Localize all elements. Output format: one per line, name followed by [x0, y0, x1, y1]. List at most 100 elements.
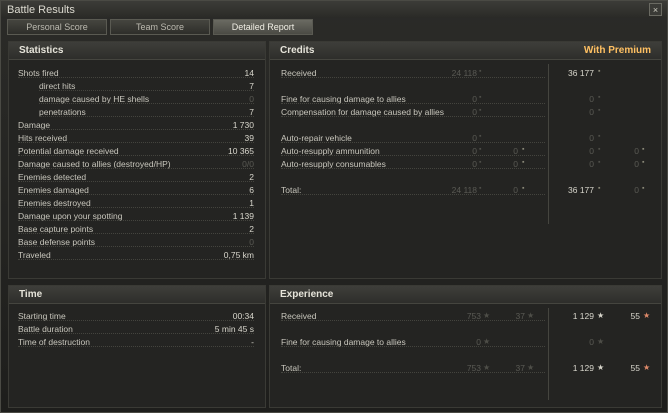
credit-row	[281, 172, 653, 184]
statistics-panel: Statistics Shots fired 14 direct hits 7 dama…	[8, 41, 266, 279]
dotted-leader	[18, 142, 254, 143]
free-xp-value: 37	[515, 363, 525, 373]
premium-free-xp-value: 55	[630, 311, 640, 321]
experience-header: Experience	[270, 286, 661, 304]
stat-row: direct hits 7	[18, 81, 254, 93]
credit-row: Received 24 118 ▪ 36 177 ▪	[281, 68, 653, 80]
credit-row: Auto-repair vehicle 0 ▪ 0 ▪	[281, 133, 653, 145]
credit-row	[281, 81, 653, 93]
tab-personal-score[interactable]: Personal Score	[7, 19, 107, 35]
stat-row: damage caused by HE shells 0	[18, 94, 254, 106]
credit-row: Auto-resupply ammunition 0 ▪ 0 ▪ 0 ▪ 0 ▪	[281, 146, 653, 158]
dotted-leader	[281, 103, 545, 104]
premium-credit-value: 36 177	[568, 185, 594, 195]
credit-value: 0	[472, 94, 477, 104]
credit-icon: ▪	[598, 185, 601, 192]
credit-extra-value: 0	[513, 185, 518, 195]
dotted-leader	[39, 116, 254, 117]
premium-credit-value: 0	[589, 133, 594, 143]
tab-detailed-report[interactable]: Detailed Report	[213, 19, 313, 35]
credit-icon: ▪	[642, 185, 645, 192]
credit-row: Auto-resupply consumables 0 ▪ 0 ▪ 0 ▪ 0 ▪	[281, 159, 653, 171]
tab-team-score[interactable]: Team Score	[110, 19, 210, 35]
credit-icon: ▪	[598, 146, 601, 153]
credit-row: Compensation for damage caused by allies…	[281, 107, 653, 119]
credit-row: Fine for causing damage to allies 0 ▪ 0 ▪	[281, 94, 653, 106]
free-xp-value: 37	[515, 311, 525, 321]
stat-value: 0,75 km	[223, 250, 254, 260]
star-icon: ★	[483, 337, 491, 346]
stat-row: Enemies detected 2	[18, 172, 254, 184]
xp-value: 0	[476, 337, 481, 347]
xp-value: 753	[466, 363, 481, 373]
dotted-leader	[18, 129, 254, 130]
premium-credit-extra-value: 0	[634, 185, 639, 195]
stat-value: 7	[249, 107, 254, 117]
close-button[interactable]: ×	[649, 3, 662, 16]
time-row: Battle duration 5 min 45 s	[18, 324, 254, 336]
star-icon: ★	[597, 363, 605, 372]
experience-row	[281, 324, 653, 336]
stat-value: 0/0	[242, 159, 254, 169]
stat-value: 10 365	[228, 146, 254, 156]
dotted-leader	[281, 77, 545, 78]
credit-icon: ▪	[522, 185, 525, 192]
premium-credit-extra-value: 0	[634, 146, 639, 156]
credit-icon: ▪	[522, 146, 525, 153]
credit-icon: ▪	[479, 133, 482, 140]
credits-title: Credits	[280, 45, 315, 56]
credit-value: 0	[472, 159, 477, 169]
dotted-leader	[281, 155, 545, 156]
premium-credit-value: 36 177	[568, 68, 594, 78]
stat-value: 14	[244, 68, 254, 78]
stat-value: 1 730	[232, 120, 254, 130]
stat-row: penetrations 7	[18, 107, 254, 119]
credits-header: Credits With Premium	[270, 42, 661, 60]
credits-panel: Credits With Premium Received 24 118 ▪ 36 1…	[269, 41, 662, 279]
credit-icon: ▪	[598, 107, 601, 114]
credit-row: Total: 24 118 ▪ 0 ▪ 36 177 ▪ 0 ▪	[281, 185, 653, 197]
dotted-leader	[18, 194, 254, 195]
dotted-leader	[18, 155, 254, 156]
credit-icon: ▪	[598, 68, 601, 75]
dotted-leader	[18, 168, 254, 169]
free-xp-star-icon: ★	[527, 363, 535, 372]
title-bar[interactable]: Battle Results ×	[1, 1, 667, 18]
xp-value: 753	[466, 311, 481, 321]
premium-xp-value: 1 129	[572, 311, 594, 321]
time-row: Time of destruction -	[18, 337, 254, 349]
stat-value: 1	[249, 198, 254, 208]
stat-row: Damage upon your spotting 1 139	[18, 211, 254, 223]
free-xp-star-icon: ★	[643, 363, 651, 372]
credit-value: 24 118	[451, 185, 477, 195]
experience-row: Received 753 ★ 37 ★ 1 129 ★ 55 ★	[281, 311, 653, 323]
dotted-leader	[281, 168, 545, 169]
credit-icon: ▪	[598, 94, 601, 101]
stat-row: Hits received 39	[18, 133, 254, 145]
dotted-leader	[39, 103, 254, 104]
credit-icon: ▪	[642, 159, 645, 166]
experience-row	[281, 350, 653, 362]
dotted-leader	[18, 181, 254, 182]
stat-row: Damage caused to allies (destroyed/HP) 0/…	[18, 159, 254, 171]
dotted-leader	[281, 142, 545, 143]
statistics-title: Statistics	[19, 45, 64, 56]
credit-icon: ▪	[598, 133, 601, 140]
stat-row: Shots fired 14	[18, 68, 254, 80]
stat-value: 2	[249, 172, 254, 182]
dotted-leader	[281, 116, 545, 117]
stat-row: Base capture points 2	[18, 224, 254, 236]
dotted-leader	[18, 220, 254, 221]
stat-value: 1 139	[232, 211, 254, 221]
time-title: Time	[19, 289, 43, 300]
dotted-leader	[18, 77, 254, 78]
dotted-leader	[281, 320, 545, 321]
stat-value: 0	[249, 237, 254, 247]
stat-row: Base defense points 0	[18, 237, 254, 249]
stat-row: Enemies damaged 6	[18, 185, 254, 197]
stat-row: Potential damage received 10 365	[18, 146, 254, 158]
free-xp-star-icon: ★	[527, 311, 535, 320]
dotted-leader	[18, 246, 254, 247]
credit-extra-value: 0	[513, 146, 518, 156]
credit-icon: ▪	[479, 107, 482, 114]
